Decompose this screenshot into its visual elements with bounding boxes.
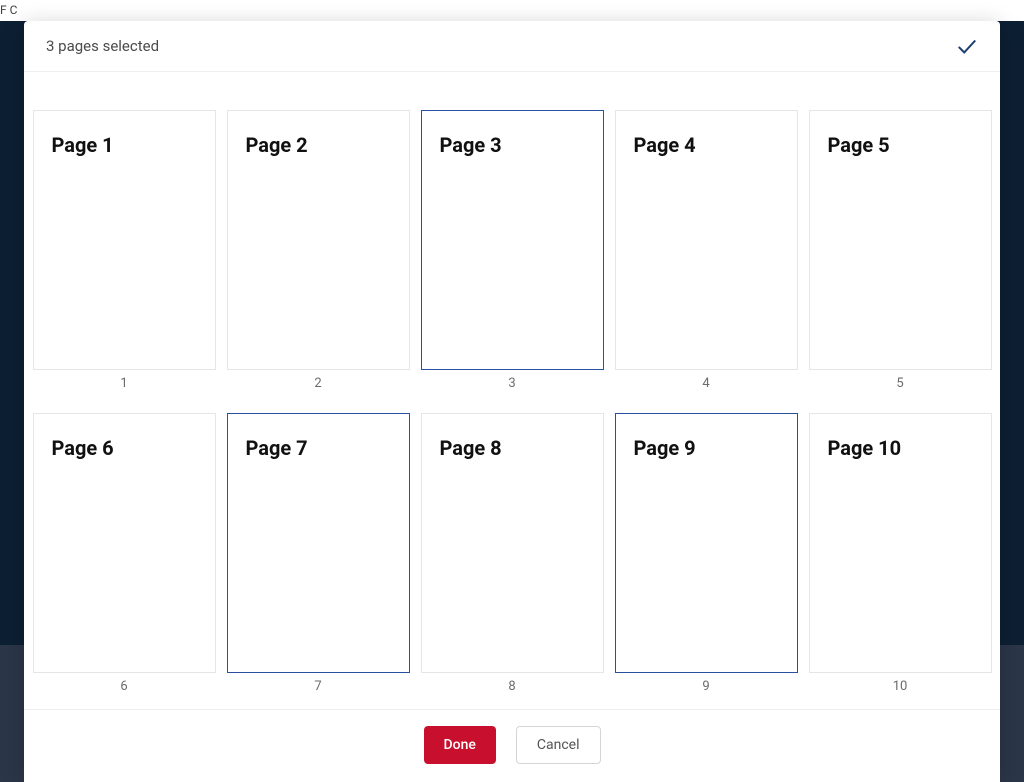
confirm-check-icon[interactable] bbox=[956, 35, 978, 57]
page-thumbnail[interactable]: Page 2 bbox=[227, 110, 410, 370]
page-index: 10 bbox=[893, 679, 908, 694]
page-thumbnail[interactable]: Page 3 bbox=[421, 110, 604, 370]
page-cell[interactable]: Page 1 1 bbox=[32, 110, 216, 391]
page-thumbnail[interactable]: Page 6 bbox=[33, 413, 216, 673]
page-index: 7 bbox=[314, 679, 321, 694]
page-cell[interactable]: Page 5 5 bbox=[808, 110, 992, 391]
page-thumbnail[interactable]: Page 9 bbox=[615, 413, 798, 673]
page-label: Page 6 bbox=[52, 436, 197, 460]
page-cell[interactable]: Page 6 6 bbox=[32, 413, 216, 694]
page-label: Page 2 bbox=[246, 133, 391, 157]
page-index: 5 bbox=[896, 376, 903, 391]
done-button[interactable]: Done bbox=[424, 726, 496, 764]
page-index: 6 bbox=[120, 679, 127, 694]
page-cell[interactable]: Page 4 4 bbox=[614, 110, 798, 391]
page-cell[interactable]: Page 10 10 bbox=[808, 413, 992, 694]
page-thumbnail[interactable]: Page 8 bbox=[421, 413, 604, 673]
app-header-fragment: F C bbox=[0, 0, 1024, 21]
page-index: 9 bbox=[702, 679, 709, 694]
modal-footer: Done Cancel bbox=[24, 709, 1000, 782]
page-label: Page 4 bbox=[634, 133, 779, 157]
page-cell[interactable]: Page 7 7 bbox=[226, 413, 410, 694]
page-cell[interactable]: Page 8 8 bbox=[420, 413, 604, 694]
page-label: Page 3 bbox=[440, 133, 585, 157]
cancel-button[interactable]: Cancel bbox=[516, 726, 601, 764]
page-thumbnail[interactable]: Page 1 bbox=[33, 110, 216, 370]
page-label: Page 9 bbox=[634, 436, 779, 460]
page-cell[interactable]: Page 9 9 bbox=[614, 413, 798, 694]
page-thumbnail[interactable]: Page 4 bbox=[615, 110, 798, 370]
pages-scroll-area[interactable]: Page 11Page 22Page 33Page 44Page 55Page … bbox=[24, 72, 1000, 709]
page-label: Page 5 bbox=[828, 133, 973, 157]
pages-grid: Page 11Page 22Page 33Page 44Page 55Page … bbox=[32, 110, 992, 694]
page-index: 4 bbox=[702, 376, 709, 391]
page-index: 8 bbox=[508, 679, 515, 694]
page-label: Page 10 bbox=[828, 436, 973, 460]
page-thumbnail[interactable]: Page 5 bbox=[809, 110, 992, 370]
modal-header: 3 pages selected bbox=[24, 21, 1000, 72]
page-thumbnail[interactable]: Page 7 bbox=[227, 413, 410, 673]
page-label: Page 1 bbox=[52, 133, 197, 157]
page-label: Page 8 bbox=[440, 436, 585, 460]
page-cell[interactable]: Page 2 2 bbox=[226, 110, 410, 391]
page-thumbnail[interactable]: Page 10 bbox=[809, 413, 992, 673]
page-label: Page 7 bbox=[246, 436, 391, 460]
page-index: 3 bbox=[508, 376, 515, 391]
page-cell[interactable]: Page 3 3 bbox=[420, 110, 604, 391]
page-index: 1 bbox=[120, 376, 127, 391]
page-selection-modal: 3 pages selected Page 11Page 22Page 33Pa… bbox=[24, 21, 1000, 782]
selection-count-text: 3 pages selected bbox=[46, 37, 159, 55]
page-index: 2 bbox=[314, 376, 321, 391]
